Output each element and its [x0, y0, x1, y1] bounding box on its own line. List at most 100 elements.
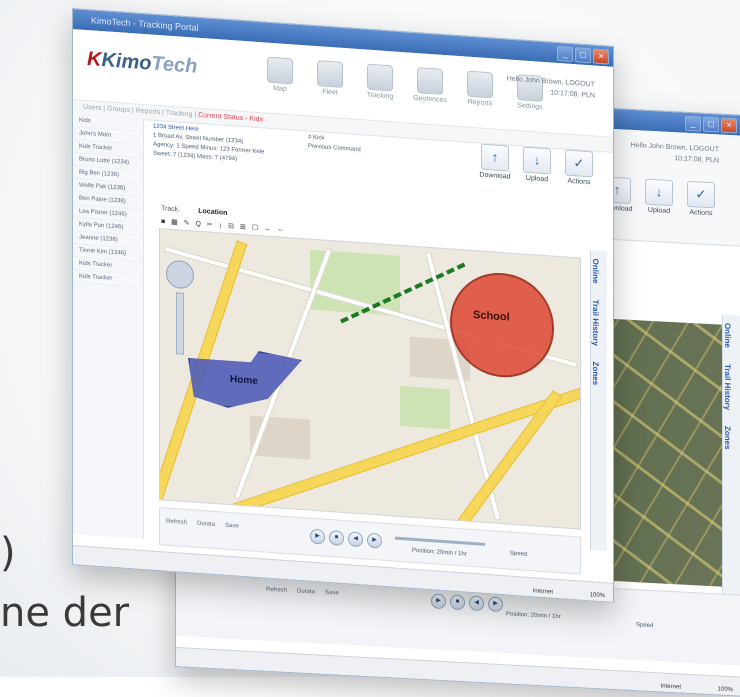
- toolbar-settings-label: Settings: [517, 102, 543, 111]
- map-zoom-slider[interactable]: [176, 292, 184, 355]
- back-tab-zones[interactable]: Zones: [723, 418, 732, 458]
- front-actions: ↑ Download ↓ Upload ✓ Actions: [479, 143, 595, 186]
- check-icon: ✓: [565, 149, 593, 178]
- actions-button[interactable]: ✓ Actions: [563, 149, 595, 186]
- backdrop-text-line2: ne der: [0, 590, 130, 636]
- position-label: Position: 20min / 1hr: [412, 547, 467, 558]
- download-label: Download: [479, 171, 511, 181]
- kimotech-logo: KKimoTech: [87, 48, 197, 79]
- toolbar-reports-label: Reports: [467, 98, 493, 108]
- command-info: # Kick Previous Command: [308, 134, 361, 156]
- durata-button[interactable]: Durata: [197, 521, 215, 528]
- back-upload-button[interactable]: ↓ Upload: [643, 178, 675, 216]
- map-park: [400, 385, 450, 430]
- home-zone-label: Home: [230, 374, 258, 387]
- playback-buttons: Refresh Durata Save: [166, 519, 239, 530]
- back-zoom-level[interactable]: 100%: [718, 680, 733, 696]
- toolbar-reports-button[interactable]: Reports: [463, 70, 497, 107]
- reports-icon: [467, 70, 493, 99]
- device-sidebar: Kids John's Mom Kids Tracker Bruno Lotte…: [73, 114, 144, 540]
- toolbar-fleet-label: Fleet: [322, 88, 338, 97]
- back-actions-button[interactable]: ✓ Actions: [685, 180, 717, 218]
- save-button[interactable]: Save: [225, 523, 239, 530]
- rewind-icon[interactable]: ◀: [348, 531, 363, 548]
- minimize-button[interactable]: _: [557, 45, 573, 63]
- nav-users[interactable]: Users: [83, 104, 101, 112]
- back-actions: ↑ Download ↓ Upload ✓ Actions: [601, 176, 717, 217]
- actions-label: Actions: [567, 177, 591, 187]
- check-icon: ✓: [687, 180, 715, 209]
- back-actions-label: Actions: [689, 208, 713, 218]
- nav-groups[interactable]: Groups: [107, 105, 130, 114]
- toolbar-map-label: Map: [273, 85, 287, 94]
- toolbar-geofences-label: Geofences: [413, 94, 447, 105]
- main-toolbar: Map Fleet Tracking Geofences Reports Set…: [263, 56, 547, 111]
- toolbar-tracking-button[interactable]: Tracking: [363, 63, 397, 100]
- playback-controls: ▶ ■ ◀ ▶: [310, 528, 382, 549]
- download-arrow-icon: ↓: [523, 146, 551, 175]
- logo-k: K: [87, 48, 102, 72]
- back-tab-trail-history[interactable]: Trail History: [723, 356, 732, 419]
- back-playback-buttons: Refresh Durata Save: [266, 587, 339, 597]
- map-icon: [267, 56, 293, 85]
- marketing-backdrop: ) ne der _ □ × Hello John Brown, LOGOUT …: [0, 0, 740, 697]
- back-playback-controls: ▶ ■ ◀ ▶: [431, 593, 503, 613]
- close-button[interactable]: ×: [721, 117, 737, 134]
- tab-trail-history[interactable]: Trail History: [591, 291, 600, 354]
- minimize-button[interactable]: _: [685, 115, 701, 132]
- back-internet-status: Internet: [660, 683, 681, 691]
- tracking-icon: [367, 63, 393, 92]
- toolbar-geofences-button[interactable]: Geofences: [413, 67, 447, 104]
- back-user-info: Hello John Brown, LOGOUT 10:17:08, PLN: [631, 140, 719, 167]
- backdrop-text-line1: ): [0, 530, 16, 576]
- toolbar-fleet-button[interactable]: Fleet: [313, 60, 347, 97]
- maximize-button[interactable]: □: [703, 116, 719, 133]
- toolbar-map-button[interactable]: Map: [263, 56, 297, 93]
- back-save-button[interactable]: Save: [325, 590, 339, 597]
- street-map[interactable]: School Home: [159, 228, 581, 530]
- download-button[interactable]: ↑ Download: [479, 143, 511, 181]
- back-upload-label: Upload: [647, 206, 671, 215]
- close-button[interactable]: ×: [593, 48, 609, 65]
- nav-current-status[interactable]: Current Status - Kids: [198, 112, 263, 124]
- upload-label: Upload: [525, 174, 549, 184]
- tab-track[interactable]: Track: [161, 205, 178, 213]
- map-pan-control[interactable]: [166, 259, 194, 290]
- tab-online[interactable]: Online: [591, 250, 600, 292]
- back-refresh-button[interactable]: Refresh: [266, 587, 287, 594]
- front-side-tabs: Online Trail History Zones: [590, 250, 607, 552]
- back-durata-button[interactable]: Durata: [297, 588, 315, 595]
- upload-button[interactable]: ↓ Upload: [521, 146, 553, 183]
- geofence-icon: [417, 67, 443, 95]
- back-tab-online[interactable]: Online: [723, 315, 732, 356]
- back-position-label: Position: 20min / 1hr: [506, 611, 561, 621]
- logo-accent: Tech: [151, 52, 198, 78]
- stop-icon[interactable]: ■: [329, 529, 344, 547]
- map-tabs: Track Location: [161, 205, 227, 217]
- zoom-level[interactable]: 100%: [590, 586, 605, 603]
- upload-arrow-icon: ↑: [481, 143, 509, 172]
- front-window: KimoTech - Tracking Portal _ □ × KKimoTe…: [72, 8, 614, 603]
- maximize-button[interactable]: □: [575, 47, 591, 64]
- tab-location[interactable]: Location: [198, 208, 227, 217]
- play-icon[interactable]: ▶: [310, 528, 325, 545]
- back-speed-label: Speed: [636, 622, 654, 630]
- logo-main: Kimo: [101, 49, 152, 75]
- tab-zones[interactable]: Zones: [591, 353, 600, 393]
- speed-label: Speed: [510, 550, 528, 558]
- forward-icon[interactable]: ▶: [367, 532, 382, 549]
- back-side-tabs: Online Trail History Zones: [722, 314, 740, 616]
- nav-tracking[interactable]: Tracking: [166, 110, 193, 119]
- toolbar-tracking-label: Tracking: [366, 91, 394, 101]
- download-arrow-icon: ↓: [645, 178, 673, 207]
- nav-reports[interactable]: Reports: [136, 107, 161, 116]
- stop-icon[interactable]: ■: [450, 594, 465, 611]
- front-title: KimoTech - Tracking Portal: [91, 15, 199, 33]
- school-zone-label: School: [473, 309, 510, 324]
- play-icon[interactable]: ▶: [431, 593, 446, 610]
- position-slider[interactable]: [395, 536, 485, 546]
- refresh-button[interactable]: Refresh: [166, 519, 187, 526]
- fleet-icon: [317, 60, 343, 88]
- forward-icon[interactable]: ▶: [488, 596, 503, 613]
- rewind-icon[interactable]: ◀: [469, 595, 484, 612]
